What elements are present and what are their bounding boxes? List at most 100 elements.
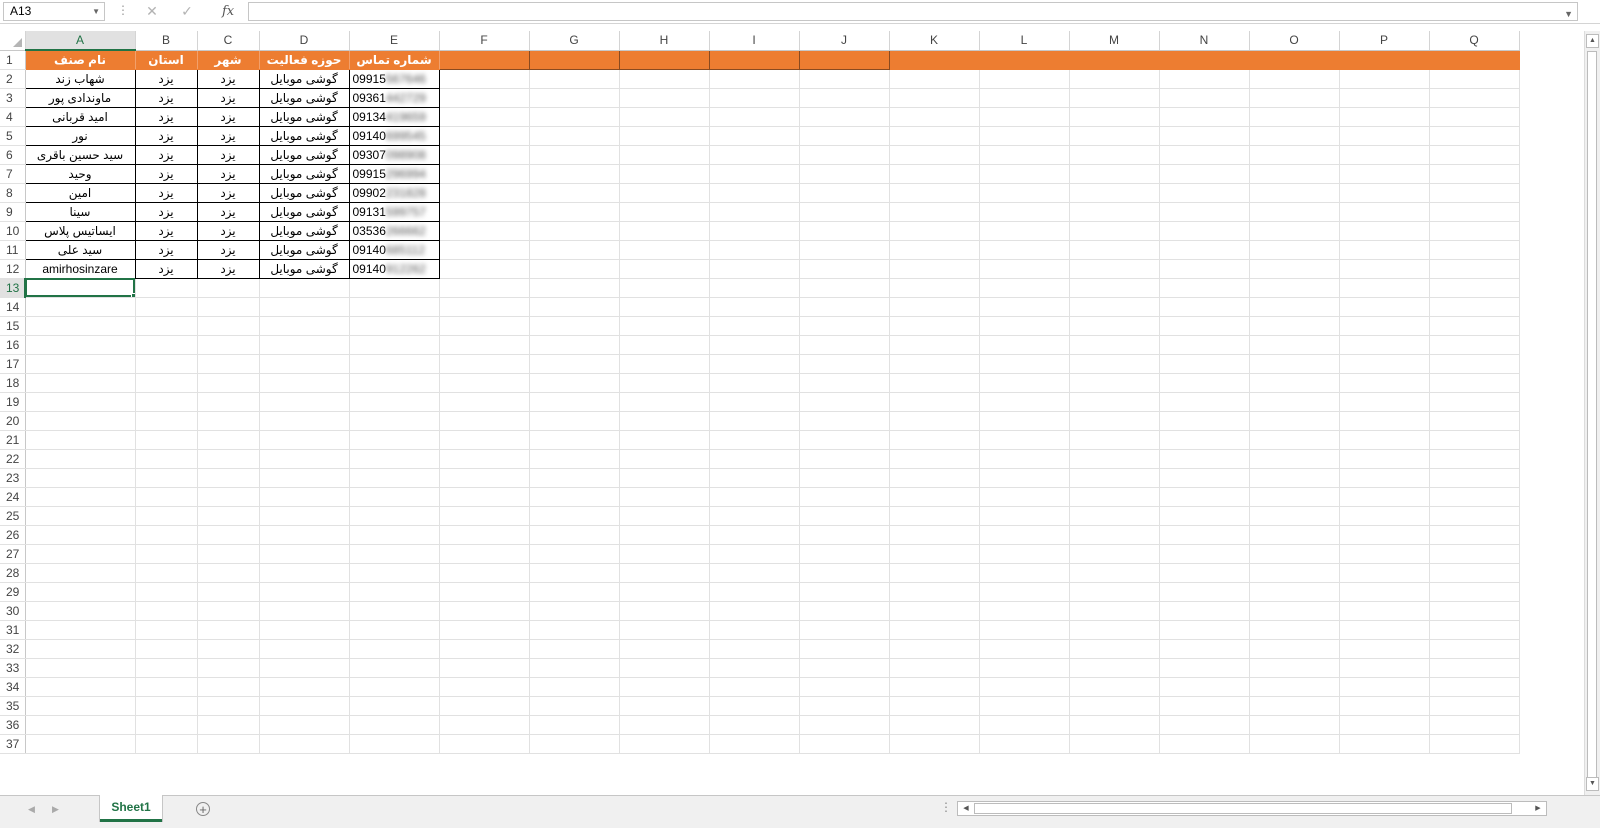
cell-d12[interactable]: گوشی موبایل	[259, 259, 350, 279]
cell-m13[interactable]	[1069, 278, 1160, 298]
cell-e25[interactable]	[349, 506, 440, 526]
cell-o8[interactable]	[1249, 183, 1340, 203]
cell-m6[interactable]	[1069, 145, 1160, 165]
cell-c3[interactable]: یزد	[197, 88, 260, 108]
cell-q25[interactable]	[1429, 506, 1520, 526]
cell-l18[interactable]	[979, 373, 1070, 393]
cell-b36[interactable]	[135, 715, 198, 735]
cell-g7[interactable]	[529, 164, 620, 184]
cell-l9[interactable]	[979, 202, 1070, 222]
cell-i21[interactable]	[709, 430, 800, 450]
cell-d20[interactable]	[259, 411, 350, 431]
cell-i14[interactable]	[709, 297, 800, 317]
cell-j2[interactable]	[799, 69, 890, 89]
cell-l6[interactable]	[979, 145, 1070, 165]
cell-e4[interactable]: 09134419659	[349, 107, 440, 127]
cell-m28[interactable]	[1069, 563, 1160, 583]
cell-o2[interactable]	[1249, 69, 1340, 89]
cancel-icon[interactable]: ✕	[141, 2, 163, 21]
cell-o3[interactable]	[1249, 88, 1340, 108]
column-header-e[interactable]: E	[349, 31, 440, 51]
row-header[interactable]: 12	[0, 259, 26, 279]
cell-n25[interactable]	[1159, 506, 1250, 526]
cell-k32[interactable]	[889, 639, 980, 659]
cell-b35[interactable]	[135, 696, 198, 716]
cell-i27[interactable]	[709, 544, 800, 564]
add-sheet-icon[interactable]: +	[196, 802, 210, 816]
cell-k16[interactable]	[889, 335, 980, 355]
cell-m9[interactable]	[1069, 202, 1160, 222]
row-header[interactable]: 4	[0, 107, 26, 127]
expand-formula-icon[interactable]: ▼	[1564, 5, 1573, 24]
cell-h36[interactable]	[619, 715, 710, 735]
cell-h10[interactable]	[619, 221, 710, 241]
scroll-down-icon[interactable]: ▼	[1586, 777, 1599, 791]
cell-m22[interactable]	[1069, 449, 1160, 469]
horizontal-scrollbar[interactable]: ◀ ▶	[957, 801, 1547, 816]
column-header-g[interactable]: G	[529, 31, 620, 51]
row-header[interactable]: 17	[0, 354, 26, 374]
cell-j10[interactable]	[799, 221, 890, 241]
cell-m7[interactable]	[1069, 164, 1160, 184]
cell-p23[interactable]	[1339, 468, 1430, 488]
cell-q21[interactable]	[1429, 430, 1520, 450]
cell-j15[interactable]	[799, 316, 890, 336]
cell-g15[interactable]	[529, 316, 620, 336]
cell-b27[interactable]	[135, 544, 198, 564]
cell-p19[interactable]	[1339, 392, 1430, 412]
cell-f13[interactable]	[439, 278, 530, 298]
cell-g30[interactable]	[529, 601, 620, 621]
cell-j12[interactable]	[799, 259, 890, 279]
cell-a20[interactable]	[25, 411, 136, 431]
cell-n14[interactable]	[1159, 297, 1250, 317]
cell-m32[interactable]	[1069, 639, 1160, 659]
cell-e6[interactable]: 09307098908	[349, 145, 440, 165]
cell-c11[interactable]: یزد	[197, 240, 260, 260]
row-header[interactable]: 36	[0, 715, 26, 735]
cell-e16[interactable]	[349, 335, 440, 355]
cell-f11[interactable]	[439, 240, 530, 260]
cell-c22[interactable]	[197, 449, 260, 469]
cell-o34[interactable]	[1249, 677, 1340, 697]
cell-o17[interactable]	[1249, 354, 1340, 374]
cell-a19[interactable]	[25, 392, 136, 412]
cell-c34[interactable]	[197, 677, 260, 697]
cell-h3[interactable]	[619, 88, 710, 108]
cell-i35[interactable]	[709, 696, 800, 716]
cell-l34[interactable]	[979, 677, 1070, 697]
cell-d7[interactable]: گوشی موبایل	[259, 164, 350, 184]
cell-d19[interactable]	[259, 392, 350, 412]
enter-check-icon[interactable]: ✓	[176, 2, 198, 21]
select-all-corner[interactable]	[0, 31, 26, 51]
cell-i31[interactable]	[709, 620, 800, 640]
cell-g24[interactable]	[529, 487, 620, 507]
cell-j22[interactable]	[799, 449, 890, 469]
cell-q30[interactable]	[1429, 601, 1520, 621]
cell-d22[interactable]	[259, 449, 350, 469]
cell-n17[interactable]	[1159, 354, 1250, 374]
cell-a6[interactable]: سید حسین باقری	[24, 145, 136, 165]
cell-o7[interactable]	[1249, 164, 1340, 184]
cell-q26[interactable]	[1429, 525, 1520, 545]
cell-m19[interactable]	[1069, 392, 1160, 412]
cell-l28[interactable]	[979, 563, 1070, 583]
cell-l31[interactable]	[979, 620, 1070, 640]
cell-q33[interactable]	[1429, 658, 1520, 678]
cell-c16[interactable]	[197, 335, 260, 355]
cell-c28[interactable]	[197, 563, 260, 583]
cell-h34[interactable]	[619, 677, 710, 697]
cell-c12[interactable]: یزد	[197, 259, 260, 279]
cell-c14[interactable]	[197, 297, 260, 317]
cell-o4[interactable]	[1249, 107, 1340, 127]
cell-l3[interactable]	[979, 88, 1070, 108]
cell-c32[interactable]	[197, 639, 260, 659]
cell-j18[interactable]	[799, 373, 890, 393]
cell-i23[interactable]	[709, 468, 800, 488]
cell-j35[interactable]	[799, 696, 890, 716]
row-header[interactable]: 3	[0, 88, 26, 108]
cell-h21[interactable]	[619, 430, 710, 450]
cell-e3[interactable]: 09361442729	[349, 88, 440, 108]
cell-i28[interactable]	[709, 563, 800, 583]
cell-k8[interactable]	[889, 183, 980, 203]
cell-n7[interactable]	[1159, 164, 1250, 184]
